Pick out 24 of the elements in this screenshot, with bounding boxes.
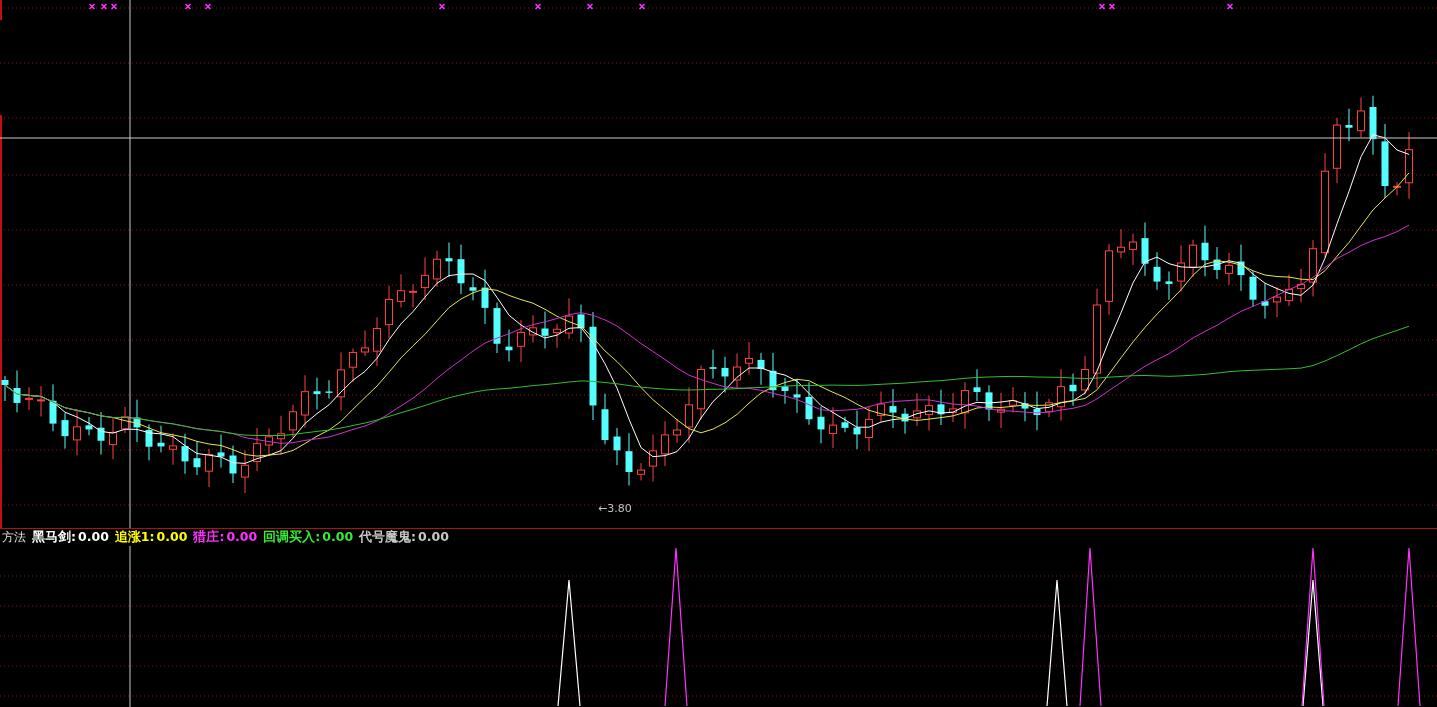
x-marker-icon: [88, 3, 96, 10]
x-marker-icon: [534, 3, 542, 10]
indicator-value: 0.00: [418, 529, 449, 546]
x-marker-icon: [438, 3, 446, 10]
indicator-value: 0.00: [156, 529, 188, 546]
indicator-title: 方法: [2, 529, 26, 546]
indicator-value: 0.00: [226, 529, 258, 546]
indicator-label: 回调买入:: [263, 529, 321, 546]
x-marker-icon: [1108, 3, 1116, 10]
indicator-label: 黑马剑:: [32, 529, 76, 546]
x-marker-icon: [100, 3, 108, 10]
x-marker-icon: [1098, 3, 1106, 10]
indicator-label: 猎庄:: [193, 529, 225, 546]
indicator-value: 0.00: [78, 529, 109, 546]
x-marker-icon: [184, 3, 192, 10]
x-marker-icon: [204, 3, 212, 10]
x-marker-icon: [110, 3, 118, 10]
x-marker-icon: [638, 3, 646, 10]
x-marker-icon: [1226, 3, 1234, 10]
price-low-label: ←3.80: [598, 502, 632, 515]
indicator-label: 追涨1:: [114, 529, 155, 546]
x-marker-icon: [586, 3, 594, 10]
indicator-value: 0.00: [322, 529, 354, 546]
indicator-label: 代号魔鬼:: [359, 529, 417, 546]
